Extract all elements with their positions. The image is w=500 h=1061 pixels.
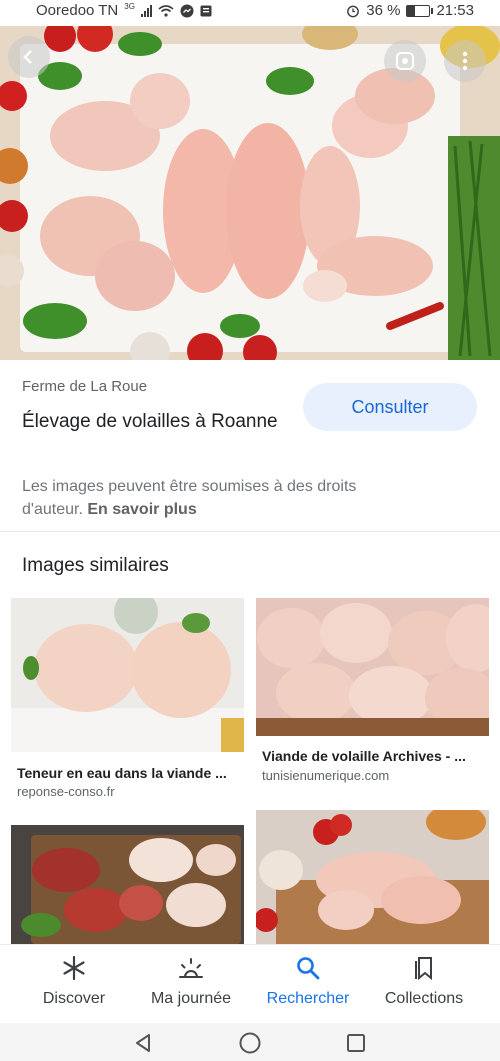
back-triangle-icon[interactable] bbox=[132, 1032, 154, 1054]
nav-label-collections: Collections bbox=[384, 990, 464, 1007]
back-button[interactable] bbox=[8, 36, 50, 78]
similar-image-3[interactable] bbox=[11, 825, 244, 944]
lens-button[interactable] bbox=[384, 40, 426, 82]
nav-label-ma-journee: Ma journée bbox=[150, 990, 232, 1007]
more-options-button[interactable] bbox=[444, 40, 486, 82]
recents-square-icon[interactable] bbox=[345, 1032, 367, 1054]
clock: 21:53 bbox=[436, 2, 474, 19]
sunrise-icon bbox=[179, 958, 203, 978]
raw-chicken-photo bbox=[0, 26, 500, 360]
lens-icon bbox=[396, 52, 414, 70]
similar-title-1[interactable]: Teneur en eau dans la viande ... bbox=[17, 765, 227, 781]
result-image[interactable] bbox=[0, 26, 500, 360]
arrow-left-icon bbox=[23, 50, 32, 64]
nav-label-rechercher: Rechercher bbox=[266, 990, 350, 1007]
consult-button[interactable]: Consulter bbox=[303, 383, 477, 431]
nav-label-discover: Discover bbox=[42, 990, 106, 1007]
similar-image-2[interactable] bbox=[256, 598, 489, 736]
battery-percent: 36 % bbox=[366, 2, 401, 19]
network-type: 3G bbox=[124, 2, 135, 11]
alarm-icon bbox=[347, 5, 360, 17]
source-name[interactable]: Ferme de La Roue bbox=[22, 378, 147, 395]
search-icon bbox=[297, 957, 320, 980]
nav-rechercher[interactable]: Rechercher bbox=[248, 955, 368, 1008]
asterisk-icon bbox=[63, 955, 85, 981]
battery-icon bbox=[406, 4, 434, 17]
divider bbox=[0, 531, 500, 532]
similar-images-heading: Images similaires bbox=[22, 555, 169, 576]
chicken-drumsticks-photo bbox=[256, 810, 489, 944]
whole-chickens-photo bbox=[11, 598, 244, 752]
bookmark-icon bbox=[415, 957, 432, 981]
similar-image-1[interactable] bbox=[11, 598, 244, 752]
similar-source-1[interactable]: reponse-conso.fr bbox=[17, 784, 115, 799]
status-bar: Ooredoo TN 3G 36 % 21:53 bbox=[0, 0, 500, 24]
chickens-crate-photo bbox=[256, 598, 489, 736]
similar-source-2[interactable]: tunisienumerique.com bbox=[262, 768, 389, 783]
nav-ma-journee[interactable]: Ma journée bbox=[131, 955, 251, 1008]
home-circle-icon[interactable] bbox=[238, 1031, 262, 1055]
similar-title-2[interactable]: Viande de volaille Archives - ... bbox=[262, 748, 466, 764]
nav-collections[interactable]: Collections bbox=[364, 955, 484, 1008]
signal-icon bbox=[140, 4, 152, 17]
wifi-icon bbox=[158, 4, 174, 17]
learn-more-link[interactable]: En savoir plus bbox=[87, 501, 196, 518]
carrier-name: Ooredoo TN bbox=[36, 2, 119, 19]
assorted-meat-photo bbox=[11, 825, 244, 944]
more-vert-icon bbox=[462, 51, 468, 71]
similar-image-4[interactable] bbox=[256, 810, 489, 944]
result-title[interactable]: Élevage de volailles à Roanne bbox=[22, 408, 282, 436]
copyright-notice: Les images peuvent être soumises à des d… bbox=[22, 475, 402, 521]
notification-icon bbox=[200, 5, 212, 16]
bottom-navigation: Discover Ma journée Rechercher Collectio… bbox=[0, 944, 500, 1023]
messenger-icon bbox=[180, 4, 194, 17]
system-navigation-bar bbox=[0, 1023, 500, 1061]
nav-discover[interactable]: Discover bbox=[14, 955, 134, 1008]
